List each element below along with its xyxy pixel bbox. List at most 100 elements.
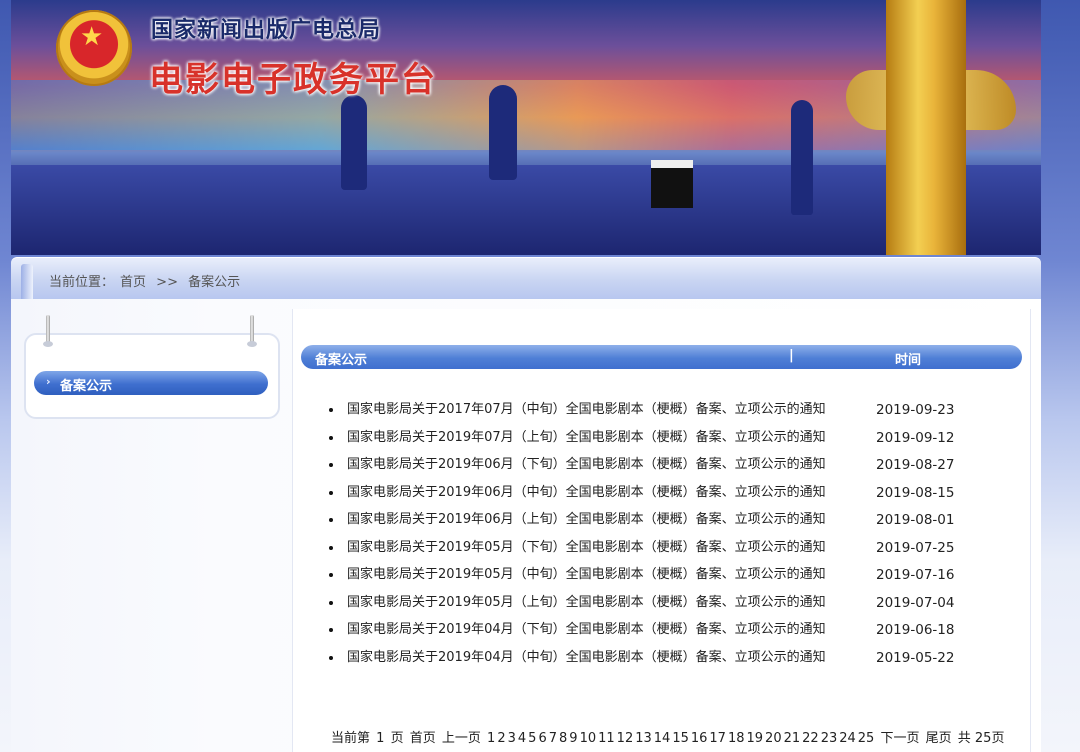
list-item: 国家电影局关于2019年07月（上旬）全国电影剧本（梗概）备案、立项公示的通知 2… (329, 428, 1009, 456)
pagination-current-prefix: 当前第 (331, 731, 371, 746)
pagination-current-page: 1 (376, 731, 385, 746)
bullet-icon (329, 518, 333, 522)
page-link[interactable]: 19 (747, 731, 764, 746)
page-link[interactable]: 1 (487, 731, 495, 746)
notice-date: 2019-08-15 (876, 484, 955, 501)
breadcrumb-bar: 当前位置： 首页 >> 备案公示 (11, 257, 1041, 300)
notice-date: 2019-07-25 (876, 539, 955, 556)
cameraman-silhouette (341, 95, 367, 190)
page-link[interactable]: 14 (654, 731, 671, 746)
chevron-right-icon: › (46, 375, 51, 388)
page-link[interactable]: 18 (728, 731, 745, 746)
breadcrumb: 当前位置： 首页 >> 备案公示 (49, 271, 246, 290)
notice-link[interactable]: 国家电影局关于2019年04月（中旬）全国电影剧本（梗概）备案、立项公示的通知 (347, 648, 826, 668)
breadcrumb-label: 当前位置： (49, 275, 115, 290)
list-item: 国家电影局关于2019年04月（下旬）全国电影剧本（梗概）备案、立项公示的通知 2… (329, 620, 1009, 648)
page-link[interactable]: 8 (559, 731, 567, 746)
notice-date: 2019-08-01 (876, 512, 955, 528)
page-link[interactable]: 20 (765, 731, 782, 746)
page-link[interactable]: 25 (858, 731, 875, 746)
page-link[interactable]: 24 (839, 731, 856, 746)
pagination-current-suffix: 页 (390, 731, 404, 746)
page-link[interactable]: 3 (508, 731, 516, 746)
breadcrumb-separator: >> (156, 275, 178, 290)
bullet-icon (329, 573, 333, 577)
content-area: › 备案公示 备案公示 | 时间 国家电影局关于2017年07月（中旬）全国电影… (11, 299, 1041, 752)
clapperboard-icon (651, 160, 693, 208)
notice-link[interactable]: 国家电影局关于2017年07月（中旬）全国电影剧本（梗概）备案、立项公示的通知 (347, 400, 826, 420)
notice-link[interactable]: 国家电影局关于2019年06月（中旬）全国电影剧本（梗概）备案、立项公示的通知 (347, 483, 826, 503)
header-banner: ★ 国家新闻出版广电总局 电影电子政务平台 (11, 0, 1041, 255)
page-link[interactable]: 17 (709, 731, 726, 746)
panel-hook-left (43, 315, 53, 347)
list-header-time: 时间 (895, 353, 922, 368)
page-link[interactable]: 9 (569, 731, 577, 746)
bullet-icon (329, 600, 333, 605)
page-link[interactable]: 12 (617, 731, 634, 746)
page-link[interactable]: 22 (802, 731, 819, 746)
breadcrumb-tab-marker (21, 264, 33, 300)
page-link[interactable]: 4 (518, 731, 526, 746)
pagination-last[interactable]: 尾页 (926, 731, 952, 746)
pagination-first[interactable]: 首页 (410, 731, 436, 746)
pagination-next[interactable]: 下一页 (880, 731, 919, 746)
sidebar-item-filing-notice[interactable]: › 备案公示 (34, 371, 268, 395)
notice-link[interactable]: 国家电影局关于2019年04月（下旬）全国电影剧本（梗概）备案、立项公示的通知 (347, 620, 826, 640)
notice-date: 2019-09-23 (876, 402, 955, 418)
breadcrumb-home-link[interactable]: 首页 (120, 275, 146, 290)
list-item: 国家电影局关于2019年06月（上旬）全国电影剧本（梗概）备案、立项公示的通知 2… (329, 510, 1009, 538)
bullet-icon (329, 628, 333, 632)
notice-date: 2019-09-12 (876, 429, 955, 446)
notice-link[interactable]: 国家电影局关于2019年05月（下旬）全国电影剧本（梗概）备案、立项公示的通知 (347, 538, 826, 558)
pagination-total: 共 25页 (957, 731, 1005, 746)
bullet-icon (329, 655, 333, 660)
notice-link[interactable]: 国家电影局关于2019年07月（上旬）全国电影剧本（梗概）备案、立项公示的通知 (347, 428, 826, 448)
list-item: 国家电影局关于2019年06月（下旬）全国电影剧本（梗概）备案、立项公示的通知 2… (329, 455, 1009, 483)
boom-operator-silhouette (791, 100, 813, 215)
notice-link[interactable]: 国家电影局关于2019年06月（下旬）全国电影剧本（梗概）备案、立项公示的通知 (347, 455, 826, 475)
page-link[interactable]: 11 (598, 731, 615, 746)
list-header: 备案公示 | 时间 (301, 345, 1022, 369)
page-link[interactable]: 2 (497, 731, 505, 746)
list-header-title: 备案公示 (315, 353, 368, 368)
panel-hook-right (247, 315, 257, 347)
bureau-name: 国家新闻出版广电总局 (151, 18, 382, 43)
notice-date: 2019-07-04 (876, 594, 955, 611)
page-link[interactable]: 21 (784, 731, 801, 746)
notice-link[interactable]: 国家电影局关于2019年05月（中旬）全国电影剧本（梗概）备案、立项公示的通知 (347, 565, 826, 585)
page-link[interactable]: 5 (528, 731, 536, 746)
platform-name: 电影电子政务平台 (149, 60, 437, 100)
notice-list: 国家电影局关于2017年07月（中旬）全国电影剧本（梗概）备案、立项公示的通知 2… (329, 400, 1009, 675)
page-link[interactable]: 16 (691, 731, 708, 746)
notice-date: 2019-07-16 (876, 567, 955, 583)
page-link[interactable]: 10 (580, 731, 597, 746)
pagination-prev[interactable]: 上一页 (442, 731, 481, 746)
sidebar-item-label: 备案公示 (60, 379, 113, 394)
notice-link[interactable]: 国家电影局关于2019年05月（上旬）全国电影剧本（梗概）备案、立项公示的通知 (347, 593, 826, 613)
sidebar-panel: › 备案公示 (24, 315, 280, 419)
national-emblem-logo: ★ (56, 10, 132, 86)
list-item: 国家电影局关于2019年05月（上旬）全国电影剧本（梗概）备案、立项公示的通知 2… (329, 593, 1009, 621)
list-header-separator: | (789, 348, 794, 363)
page-link[interactable]: 7 (549, 731, 557, 746)
page-link[interactable]: 15 (672, 731, 689, 746)
page-link[interactable]: 13 (635, 731, 652, 746)
bullet-icon (329, 408, 333, 412)
list-item: 国家电影局关于2019年06月（中旬）全国电影剧本（梗概）备案、立项公示的通知 2… (329, 483, 1009, 511)
notice-date: 2019-06-18 (876, 622, 955, 638)
main-panel: 备案公示 | 时间 国家电影局关于2017年07月（中旬）全国电影剧本（梗概）备… (292, 309, 1031, 752)
page-link[interactable]: 23 (821, 731, 838, 746)
pagination: 当前第 1 页 首页 上一页 1 2 3 4 5 6 7 8 9 10 11 12 13 14 15 16 17… (331, 727, 1006, 746)
breadcrumb-current: 备案公示 (188, 275, 241, 290)
list-item: 国家电影局关于2019年05月（中旬）全国电影剧本（梗概）备案、立项公示的通知 2… (329, 565, 1009, 593)
list-item: 国家电影局关于2017年07月（中旬）全国电影剧本（梗概）备案、立项公示的通知 2… (329, 400, 1009, 428)
bullet-icon (329, 490, 333, 495)
huabiao-pillar (886, 0, 966, 255)
director-silhouette (489, 85, 517, 180)
bullet-icon (329, 463, 333, 467)
notice-date: 2019-08-27 (876, 457, 955, 473)
list-item: 国家电影局关于2019年05月（下旬）全国电影剧本（梗概）备案、立项公示的通知 2… (329, 538, 1009, 566)
notice-link[interactable]: 国家电影局关于2019年06月（上旬）全国电影剧本（梗概）备案、立项公示的通知 (347, 510, 826, 530)
bullet-icon (329, 435, 333, 440)
page-link[interactable]: 6 (538, 731, 546, 746)
